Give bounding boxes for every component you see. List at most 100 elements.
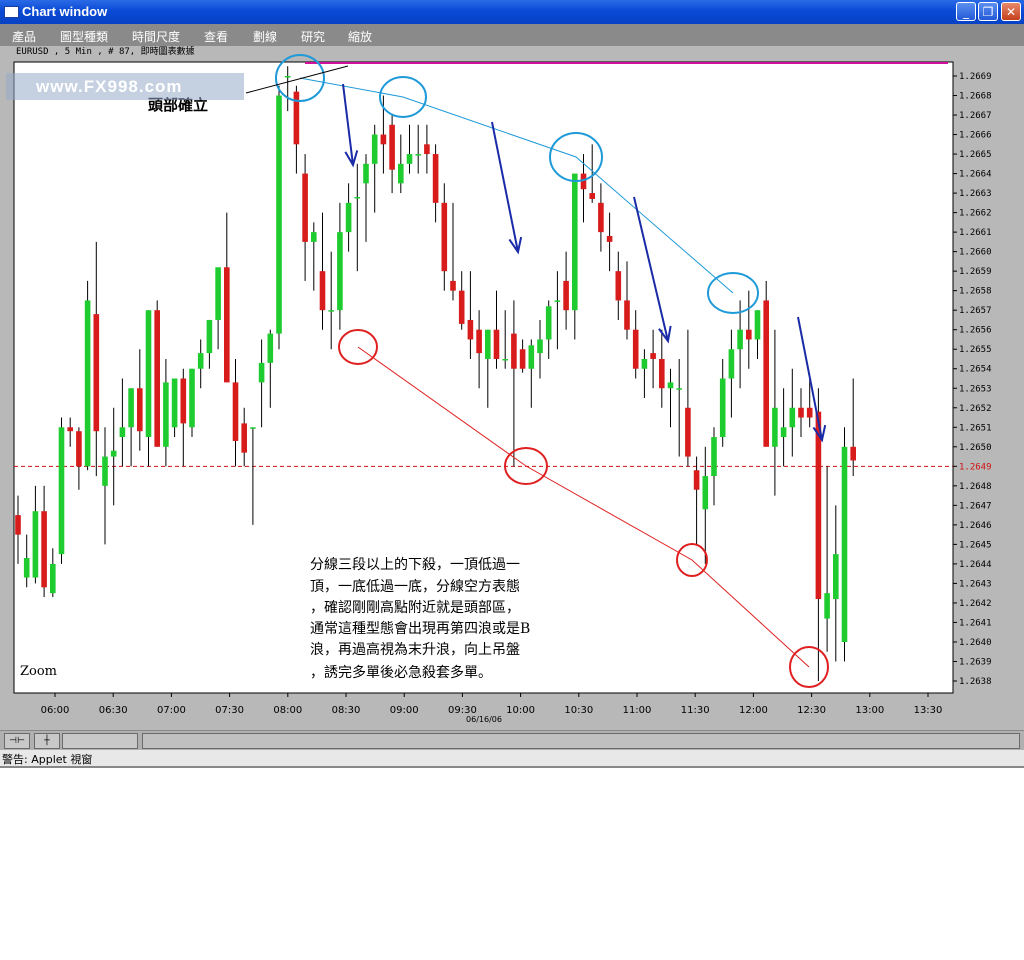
candle-body [250, 427, 256, 429]
y-tick-label: 1.2658 [959, 287, 992, 297]
menu-draw[interactable]: 劃線 [253, 28, 277, 45]
y-tick-label: 1.2644 [959, 560, 992, 570]
candle-body [15, 515, 21, 535]
y-tick-label: 1.2660 [959, 248, 992, 258]
candle-body [241, 423, 247, 453]
candle-body [328, 310, 334, 312]
watermark: www.FX998.com [6, 73, 244, 100]
x-tick-label: 09:00 [390, 705, 419, 716]
horizontal-scrollbar[interactable] [142, 733, 1020, 749]
y-tick-label: 1.2643 [959, 579, 992, 589]
candle-body [528, 345, 535, 369]
candle-body [32, 511, 39, 578]
candle-body [659, 358, 665, 389]
y-tick-label: 1.2639 [959, 657, 992, 667]
menu-view[interactable]: 查看 [204, 28, 228, 45]
candle-body [354, 196, 361, 199]
candle-body [615, 271, 622, 301]
y-tick-label: 1.2650 [959, 443, 992, 453]
candle-body [589, 193, 595, 199]
candle-body [693, 470, 700, 490]
x-tick-label: 06:30 [99, 705, 128, 716]
candle-body [450, 280, 456, 291]
candle-body [850, 446, 856, 461]
y-tick-label: 1.2646 [959, 521, 992, 531]
candle-body [476, 329, 482, 354]
y-tick-label: 1.2653 [959, 384, 992, 394]
crosshair-icon[interactable]: ┼ [34, 733, 60, 749]
menu-chart-type[interactable]: 圖型種類 [60, 28, 108, 45]
x-tick-label: 07:30 [215, 705, 244, 716]
y-tick-label: 1.2645 [959, 540, 992, 550]
y-tick-label: 1.2662 [959, 209, 992, 219]
candle-body [345, 202, 352, 233]
x-tick-label: 10:30 [564, 705, 593, 716]
candle-body [424, 144, 430, 155]
x-tick-label: 07:00 [157, 705, 186, 716]
candle-body [676, 388, 682, 390]
candle-body [632, 329, 639, 369]
candle-body [197, 353, 204, 369]
price-chart[interactable]: 1.2669 1.2668 1.2667 1.2666 1.2665 1.2664 1.26… [0, 46, 1024, 730]
menu-product[interactable]: 產品 [12, 28, 36, 45]
candle-body [563, 280, 569, 311]
candle-body [493, 329, 500, 359]
candle-body [23, 558, 30, 578]
minimize-button[interactable]: _ [956, 2, 976, 21]
x-tick-label: 10:00 [506, 705, 535, 716]
candle-body [41, 511, 47, 588]
candle-body [50, 563, 56, 594]
candle-body [189, 368, 195, 428]
candle-body [67, 427, 73, 432]
date-label: 06/16/06 [466, 715, 502, 724]
candle-body [76, 431, 82, 467]
candle-body [841, 446, 848, 642]
x-tick-label: 13:30 [914, 705, 943, 716]
candle-body [806, 407, 813, 418]
y-tick-label: 1.2641 [959, 618, 992, 628]
candle-body [311, 232, 317, 242]
candle-body [93, 314, 100, 432]
candle-body [763, 300, 769, 447]
candle-body [371, 134, 378, 164]
watermark-text: www.FX998.com [36, 77, 183, 96]
candle-body [780, 427, 787, 438]
y-tick-label: 1.2640 [959, 638, 992, 648]
y-tick-label: 1.2638 [959, 677, 992, 687]
window-icon [4, 6, 19, 18]
candle-body [415, 154, 421, 156]
menu-zoom[interactable]: 縮放 [348, 28, 372, 45]
menu-bar: 產品 圖型種類 時間尺度 查看 劃線 研究 縮放 [0, 24, 1024, 46]
candle-body [641, 358, 648, 369]
candle-body [458, 290, 465, 324]
candle-body [815, 411, 822, 600]
pin-icon[interactable]: ⊣⊢ [4, 733, 30, 749]
candle-body [389, 124, 395, 170]
menu-study[interactable]: 研究 [301, 28, 325, 45]
symbol-info: EURUSD , 5 Min , # 87, 即時圖表數據 [16, 47, 195, 57]
candle-body [606, 236, 613, 242]
restore-button[interactable]: ❐ [978, 2, 998, 21]
candle-body [824, 593, 830, 619]
y-tick-label: 1.2655 [959, 345, 992, 355]
toolbar-field[interactable] [62, 733, 138, 749]
y-tick-label: 1.2668 [959, 92, 992, 102]
candle-body [719, 378, 726, 438]
y-tick-label: 1.2651 [959, 423, 992, 433]
candle-body [789, 407, 796, 428]
candle-body [406, 154, 413, 164]
close-button[interactable]: ✕ [1001, 2, 1021, 21]
menu-time-scale[interactable]: 時間尺度 [132, 28, 180, 45]
x-tick-label: 11:30 [681, 705, 710, 716]
candle-body [258, 362, 265, 383]
title-bar[interactable]: Chart window _ ❐ ✕ [0, 0, 1024, 24]
candle-body [145, 310, 152, 438]
candle-body [754, 310, 761, 340]
y-tick-label: 1.2652 [959, 404, 992, 414]
candle-body [267, 333, 274, 363]
annotation-text-line: 頂，一底低過一底，分線空方表態 [310, 579, 520, 595]
y-tick-label: 1.2649 [959, 462, 992, 472]
x-tick-label: 12:00 [739, 705, 768, 716]
candle-body [545, 306, 552, 340]
candle-body [110, 450, 117, 457]
